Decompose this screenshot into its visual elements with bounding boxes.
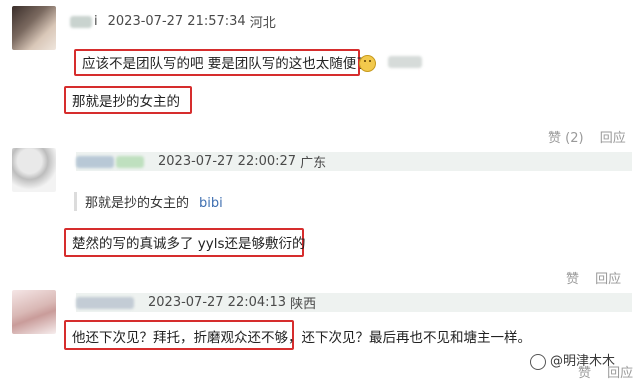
avatar[interactable] [12,290,56,334]
comment-meta: 2023-07-27 22:04:13 陕西 [76,293,632,312]
username-blur[interactable] [76,296,134,309]
comment-text-rest: 还下次见？最后再也不见和塘主一样。 [301,330,532,346]
comment-actions: 赞 (2) 回应 [548,127,626,146]
frown-emoji-icon [359,55,376,72]
badge-blur [116,155,144,168]
comment-text: 应该不是团队写的吧 要是团队写的这也太随便了 [82,52,370,72]
comment-text: 他还下次见？拜托，折磨观众还不够，还下次见？最后再也不见和塘主一样。 [72,326,531,346]
username-blur[interactable] [76,155,114,168]
username[interactable]: i [94,14,98,29]
timestamp: 2023-07-27 21:57:34 [107,14,246,29]
location: 河北 [249,16,276,31]
quote-source-link[interactable]: bibi [199,196,223,211]
comment-actions: 赞 回应 [566,268,621,287]
quote-text: 那就是抄的女主的 [85,196,190,211]
location: 广东 [300,156,327,171]
comment-meta: i 2023-07-27 21:57:34 河北 [70,12,276,31]
timestamp: 2023-07-27 22:04:13 [148,295,287,310]
location: 陕西 [290,297,317,312]
reply-button[interactable]: 回应 [600,131,626,146]
reply-button[interactable]: 回应 [595,272,621,287]
watermark-logo-icon [530,353,546,370]
comment-meta: 2023-07-27 22:00:27 广东 [76,152,632,171]
watermark-text: @明津木木 [550,354,616,369]
blurred-tag [388,56,422,68]
quoted-comment: 那就是抄的女主的 bibi [74,192,223,211]
username-blur[interactable] [70,15,92,28]
watermark: @明津木木 [530,350,615,370]
avatar[interactable] [12,6,56,50]
comment-text-line1: 应该不是团队写的吧 要是团队写的这也太随便了 [82,56,370,72]
comment-text: 楚然的写的真诚多了 yyls还是够敷衍的 [72,236,306,252]
avatar[interactable] [12,148,56,192]
like-button[interactable]: 赞 (2) [548,131,584,146]
comment-text-boxed: 他还下次见？拜托，折磨观众还不够， [72,330,302,346]
like-button[interactable]: 赞 [566,272,579,287]
timestamp: 2023-07-27 22:00:27 [158,154,297,169]
comment-text-line2: 那就是抄的女主的 [72,94,180,110]
